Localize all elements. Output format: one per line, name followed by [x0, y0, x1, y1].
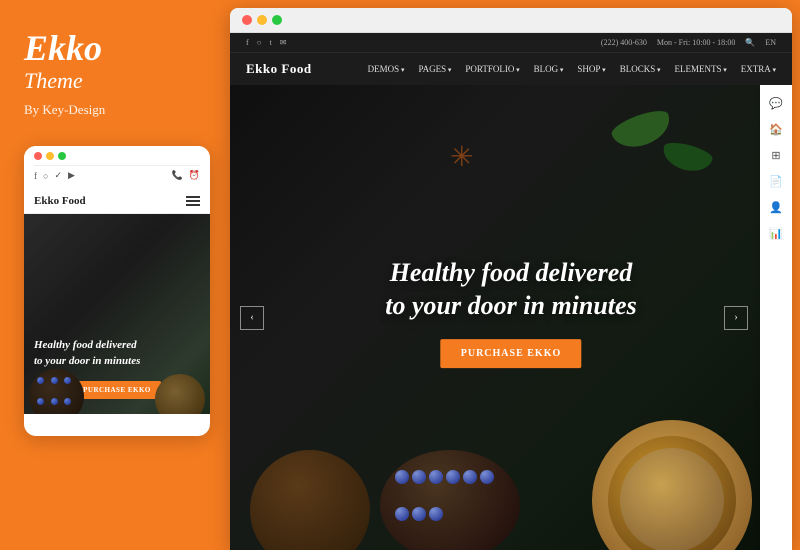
hero-text-block: Healthy food delivered to your door in m…: [385, 256, 636, 369]
site-facebook-icon: f: [246, 38, 249, 47]
nav-portfolio[interactable]: PORTFOLIO: [465, 64, 519, 74]
toolbar-page-icon[interactable]: 📄: [766, 171, 786, 191]
hamburger-icon[interactable]: [186, 196, 200, 206]
hero-next-button[interactable]: ›: [724, 306, 748, 330]
site-email-icon: ✉: [280, 38, 287, 47]
mobile-topbar: f ○ ✓ ▶ 📞 ⏰: [34, 165, 200, 185]
blueberry-8: [412, 507, 426, 521]
mobile-logo: Ekko Food: [34, 195, 86, 207]
mobile-window-dots: [34, 152, 200, 160]
nav-elements[interactable]: ELEMENTS: [674, 64, 726, 74]
site-twitter-icon: t: [270, 38, 272, 47]
nav-extra[interactable]: EXTRA: [741, 64, 776, 74]
toolbar-home-icon[interactable]: 🏠: [766, 119, 786, 139]
mobile-contact-icons: 📞 ⏰: [172, 170, 200, 181]
blueberry-3: [429, 470, 443, 484]
nav-pages[interactable]: PAGES: [418, 64, 451, 74]
blueberry-7: [395, 507, 409, 521]
youtube-icon: ▶: [68, 170, 75, 181]
blueberry-4: [446, 470, 460, 484]
blueberry-9: [429, 507, 443, 521]
phone-icon: 📞: [172, 170, 183, 181]
site-nav-items: DEMOS PAGES PORTFOLIO BLOG SHOP BLOCKS E…: [368, 64, 776, 74]
nav-demos[interactable]: DEMOS: [368, 64, 405, 74]
right-panel: f ○ t ✉ (222) 400-630 Mon - Fri: 10:00 -…: [230, 0, 800, 550]
site-instagram-icon: ○: [257, 38, 262, 47]
browser-dot-green[interactable]: [272, 15, 282, 25]
hero-cta-button[interactable]: PURCHASE EKKO: [441, 339, 582, 368]
nav-shop[interactable]: SHOP: [577, 64, 605, 74]
hero-headline: Healthy food delivered to your door in m…: [385, 256, 636, 324]
mobile-dot-red: [34, 152, 42, 160]
site-navbar: Ekko Food DEMOS PAGES PORTFOLIO BLOG SHO…: [230, 52, 792, 85]
mobile-hero-text: Healthy food delivered to your door in m…: [34, 338, 200, 369]
site-contact-info: (222) 400-630 Mon - Fri: 10:00 - 18:00 🔍…: [601, 38, 776, 47]
mobile-cta-button[interactable]: PURCHASE EKKO: [73, 381, 161, 399]
blueberry-6: [480, 470, 494, 484]
hero-bowl-blueberries: [380, 450, 520, 550]
mobile-mockup: f ○ ✓ ▶ 📞 ⏰ Ekko Food: [24, 146, 210, 436]
browser-chrome-bar: [230, 8, 792, 33]
nav-blocks[interactable]: BLOCKS: [620, 64, 661, 74]
site-content: f ○ t ✉ (222) 400-630 Mon - Fri: 10:00 -…: [230, 33, 792, 550]
browser-window-dots: [242, 15, 282, 25]
side-toolbar: 💬 🏠 ⊞ 📄 👤 📊: [760, 85, 792, 550]
mobile-navbar: Ekko Food: [24, 189, 210, 214]
mobile-social-icons: f ○ ✓ ▶: [34, 170, 75, 181]
hero-prev-button[interactable]: ‹: [240, 306, 264, 330]
site-hours: Mon - Fri: 10:00 - 18:00: [657, 38, 735, 47]
facebook-icon: f: [34, 171, 37, 181]
mobile-dot-green: [58, 152, 66, 160]
clock-icon: ⏰: [189, 170, 200, 181]
brand-by: By Key-Design: [24, 102, 206, 118]
browser-window: f ○ t ✉ (222) 400-630 Mon - Fri: 10:00 -…: [230, 8, 792, 550]
brand-sub: Theme: [24, 68, 206, 94]
toolbar-chat-icon[interactable]: 💬: [766, 93, 786, 113]
browser-dot-red[interactable]: [242, 15, 252, 25]
site-phone: (222) 400-630: [601, 38, 647, 47]
star-anise-icon: ✳: [450, 140, 473, 174]
mobile-header: f ○ ✓ ▶ 📞 ⏰: [24, 146, 210, 189]
brand-name: Ekko: [24, 30, 206, 66]
site-topbar: f ○ t ✉ (222) 400-630 Mon - Fri: 10:00 -…: [230, 33, 792, 52]
nav-blog[interactable]: BLOG: [534, 64, 564, 74]
site-lang[interactable]: EN: [765, 38, 776, 47]
left-panel: Ekko Theme By Key-Design f ○ ✓ ▶ 📞 ⏰: [0, 0, 230, 550]
mobile-dot-yellow: [46, 152, 54, 160]
toolbar-user-icon[interactable]: 👤: [766, 197, 786, 217]
site-social-icons: f ○ t ✉: [246, 38, 286, 47]
instagram-icon: ○: [43, 171, 48, 181]
site-hero: ✳: [230, 85, 792, 550]
toolbar-grid-icon[interactable]: ⊞: [766, 145, 786, 165]
site-logo: Ekko Food: [246, 61, 312, 77]
blueberry-5: [463, 470, 477, 484]
site-search-icon[interactable]: 🔍: [745, 38, 755, 47]
browser-dot-yellow[interactable]: [257, 15, 267, 25]
toolbar-chart-icon[interactable]: 📊: [766, 223, 786, 243]
blueberry-2: [412, 470, 426, 484]
mobile-hero-headline: Healthy food delivered to your door in m…: [34, 338, 200, 369]
twitter-icon: ✓: [54, 170, 62, 181]
blueberry-1: [395, 470, 409, 484]
mobile-hero: Healthy food delivered to your door in m…: [24, 214, 210, 414]
